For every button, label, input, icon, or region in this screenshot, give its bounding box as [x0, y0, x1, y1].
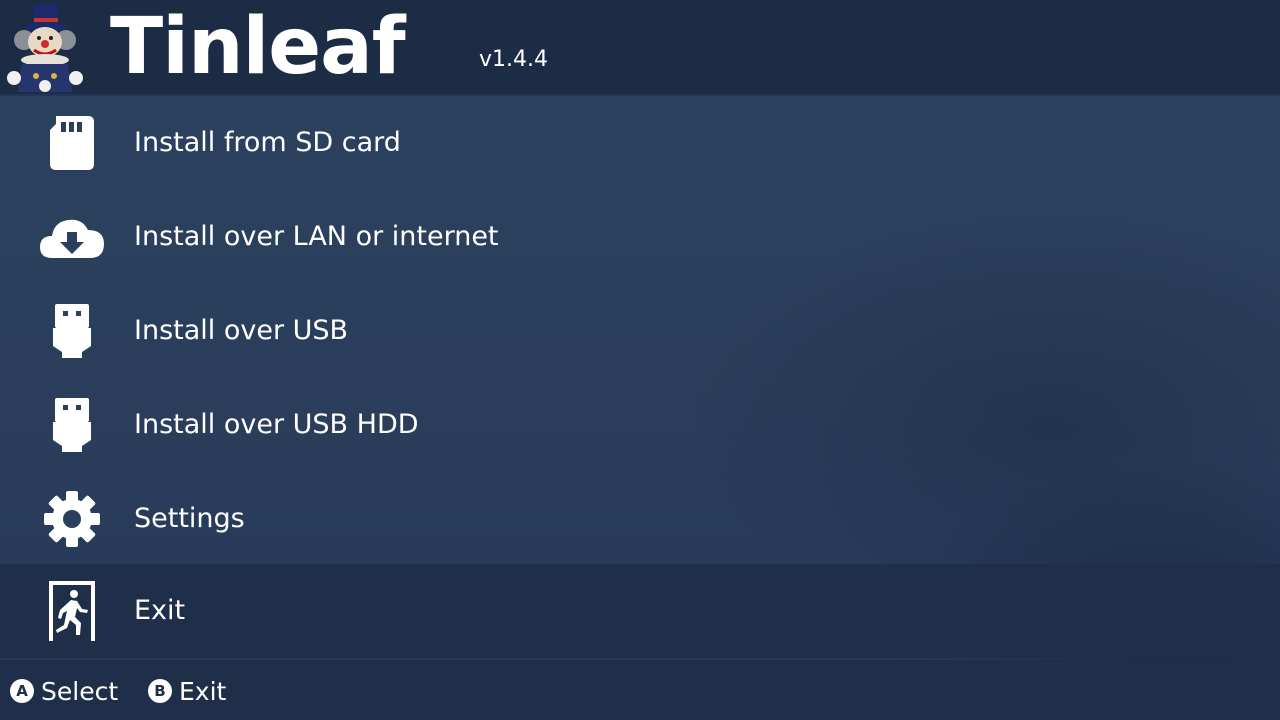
menu-item-label: Install over LAN or internet: [134, 221, 499, 252]
app-version: v1.4.4: [479, 47, 548, 72]
main-menu: Install from SD card Install over LAN or…: [0, 96, 1280, 658]
usb-hdd-icon: [36, 395, 108, 455]
exit-door-icon: [36, 581, 108, 641]
hint-select[interactable]: A Select: [10, 676, 118, 706]
menu-item-settings[interactable]: Settings: [0, 472, 1280, 566]
app-title: Tinleaf: [110, 2, 406, 92]
menu-item-label: Settings: [134, 503, 245, 534]
header-bar: Tinleaf v1.4.4: [0, 0, 1280, 96]
footer-bar: A Select B Exit: [0, 660, 1280, 720]
sd-card-icon: [36, 113, 108, 173]
hint-label: Select: [41, 676, 119, 706]
menu-item-install-lan-internet[interactable]: Install over LAN or internet: [0, 190, 1280, 284]
menu-item-install-usb[interactable]: Install over USB: [0, 284, 1280, 378]
menu-item-install-usb-hdd[interactable]: Install over USB HDD: [0, 378, 1280, 472]
a-button-icon: A: [10, 679, 34, 703]
menu-item-label: Install over USB: [134, 315, 349, 346]
menu-item-install-sd-card[interactable]: Install from SD card: [0, 96, 1280, 190]
usb-icon: [36, 301, 108, 361]
app-window: Tinleaf v1.4.4 Install from SD card Inst…: [0, 0, 1280, 720]
menu-item-label: Install from SD card: [134, 127, 401, 158]
hint-label: Exit: [179, 676, 227, 706]
cloud-download-icon: [36, 207, 108, 267]
menu-item-label: Install over USB HDD: [134, 409, 419, 440]
clown-mascot-icon: [4, 2, 86, 92]
menu-item-label: Exit: [134, 595, 186, 626]
b-button-icon: B: [148, 679, 172, 703]
hint-exit[interactable]: B Exit: [148, 676, 226, 706]
gear-icon: [36, 489, 108, 549]
menu-item-exit[interactable]: Exit: [0, 564, 1280, 658]
